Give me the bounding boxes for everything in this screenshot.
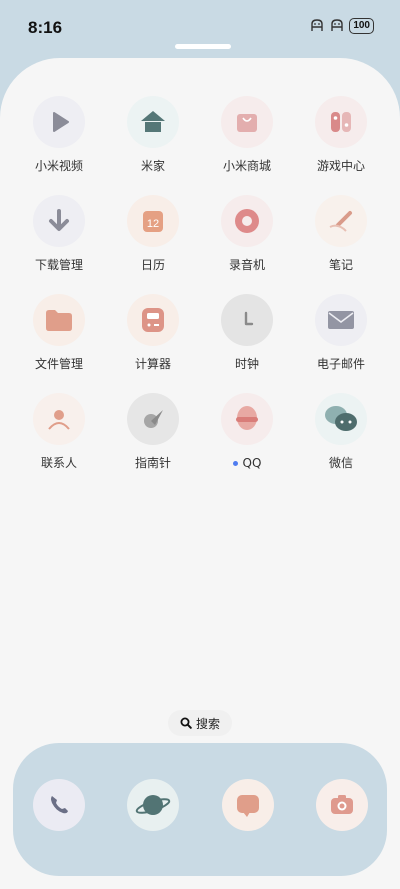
app-downloads[interactable]: 下载管理 bbox=[12, 195, 106, 273]
dock-messages[interactable] bbox=[221, 779, 274, 831]
search-button[interactable]: 搜索 bbox=[168, 710, 232, 736]
dock-camera[interactable] bbox=[315, 779, 368, 831]
dock-phone[interactable] bbox=[33, 779, 85, 831]
app-file-manager[interactable]: 文件管理 bbox=[12, 294, 106, 372]
app-grid: 小米视频 米家 小米商城 游戏中心 下载管理 12 日历 录音机 笔记 文件管理… bbox=[12, 96, 388, 471]
camera-icon bbox=[330, 795, 353, 814]
app-label: 文件管理 bbox=[34, 357, 83, 371]
app-game-center[interactable]: 游戏中心 bbox=[294, 96, 388, 174]
video-play-icon bbox=[53, 112, 69, 132]
clock-icon bbox=[244, 311, 254, 326]
app-qq[interactable]: QQ bbox=[200, 393, 294, 471]
app-label: QQ bbox=[232, 455, 261, 471]
app-mi-video[interactable]: 小米视频 bbox=[12, 96, 106, 174]
clock-time: 8:16 bbox=[28, 18, 63, 37]
qq-penguin-icon bbox=[236, 406, 258, 430]
pen-icon bbox=[329, 211, 352, 232]
mail-icon bbox=[328, 311, 354, 329]
battery-indicator: 100 bbox=[349, 18, 374, 34]
svg-text:12: 12 bbox=[147, 218, 159, 230]
folder-icon bbox=[46, 310, 72, 331]
app-label: 小米视频 bbox=[34, 159, 83, 173]
compass-icon bbox=[144, 410, 163, 428]
app-label: 小米商城 bbox=[222, 159, 271, 173]
app-label: 下载管理 bbox=[34, 258, 83, 272]
app-label: 计算器 bbox=[134, 357, 171, 371]
phone-icon bbox=[51, 796, 68, 814]
app-mi-store[interactable]: 小米商城 bbox=[200, 96, 294, 174]
contact-person-icon bbox=[48, 410, 70, 430]
app-label: 录音机 bbox=[228, 258, 265, 272]
app-calendar[interactable]: 12 日历 bbox=[106, 195, 200, 273]
app-contacts[interactable]: 联系人 bbox=[12, 393, 106, 471]
notification-icon bbox=[331, 19, 344, 31]
wechat-bubbles-icon bbox=[325, 406, 357, 431]
record-icon bbox=[235, 209, 259, 233]
new-install-dot bbox=[232, 460, 238, 466]
messages-icon bbox=[236, 795, 259, 817]
app-mijia[interactable]: 米家 bbox=[106, 96, 200, 174]
search-label: 搜索 bbox=[195, 716, 220, 731]
app-label: 联系人 bbox=[40, 456, 77, 470]
app-label: 游戏中心 bbox=[316, 159, 365, 173]
app-recorder[interactable]: 录音机 bbox=[200, 195, 294, 273]
app-label: 电子邮件 bbox=[316, 357, 365, 371]
download-arrow-icon bbox=[49, 209, 69, 231]
app-calculator[interactable]: 计算器 bbox=[106, 294, 200, 372]
app-label: 笔记 bbox=[328, 258, 353, 272]
app-notes[interactable]: 笔记 bbox=[294, 195, 388, 273]
app-label: 日历 bbox=[140, 258, 165, 272]
app-label: 指南针 bbox=[134, 456, 171, 470]
game-controller-icon bbox=[331, 112, 351, 132]
shopping-bag-icon bbox=[237, 114, 257, 132]
calculator-icon bbox=[142, 308, 164, 332]
dock-browser[interactable] bbox=[127, 779, 180, 831]
search-icon bbox=[180, 717, 192, 729]
notification-icon bbox=[311, 19, 324, 31]
app-email[interactable]: 电子邮件 bbox=[294, 294, 388, 372]
app-label: 微信 bbox=[328, 456, 353, 470]
browser-planet-icon bbox=[136, 795, 171, 815]
calendar-icon: 12 bbox=[143, 211, 163, 232]
app-wechat[interactable]: 微信 bbox=[294, 393, 388, 471]
app-label: 米家 bbox=[140, 159, 165, 173]
top-handle[interactable] bbox=[175, 44, 231, 49]
app-compass[interactable]: 指南针 bbox=[106, 393, 200, 471]
app-clock[interactable]: 时钟 bbox=[200, 294, 294, 372]
home-icon bbox=[141, 111, 165, 132]
dock bbox=[13, 743, 387, 876]
status-icons: 100 bbox=[309, 18, 374, 34]
app-label: 时钟 bbox=[234, 357, 259, 371]
